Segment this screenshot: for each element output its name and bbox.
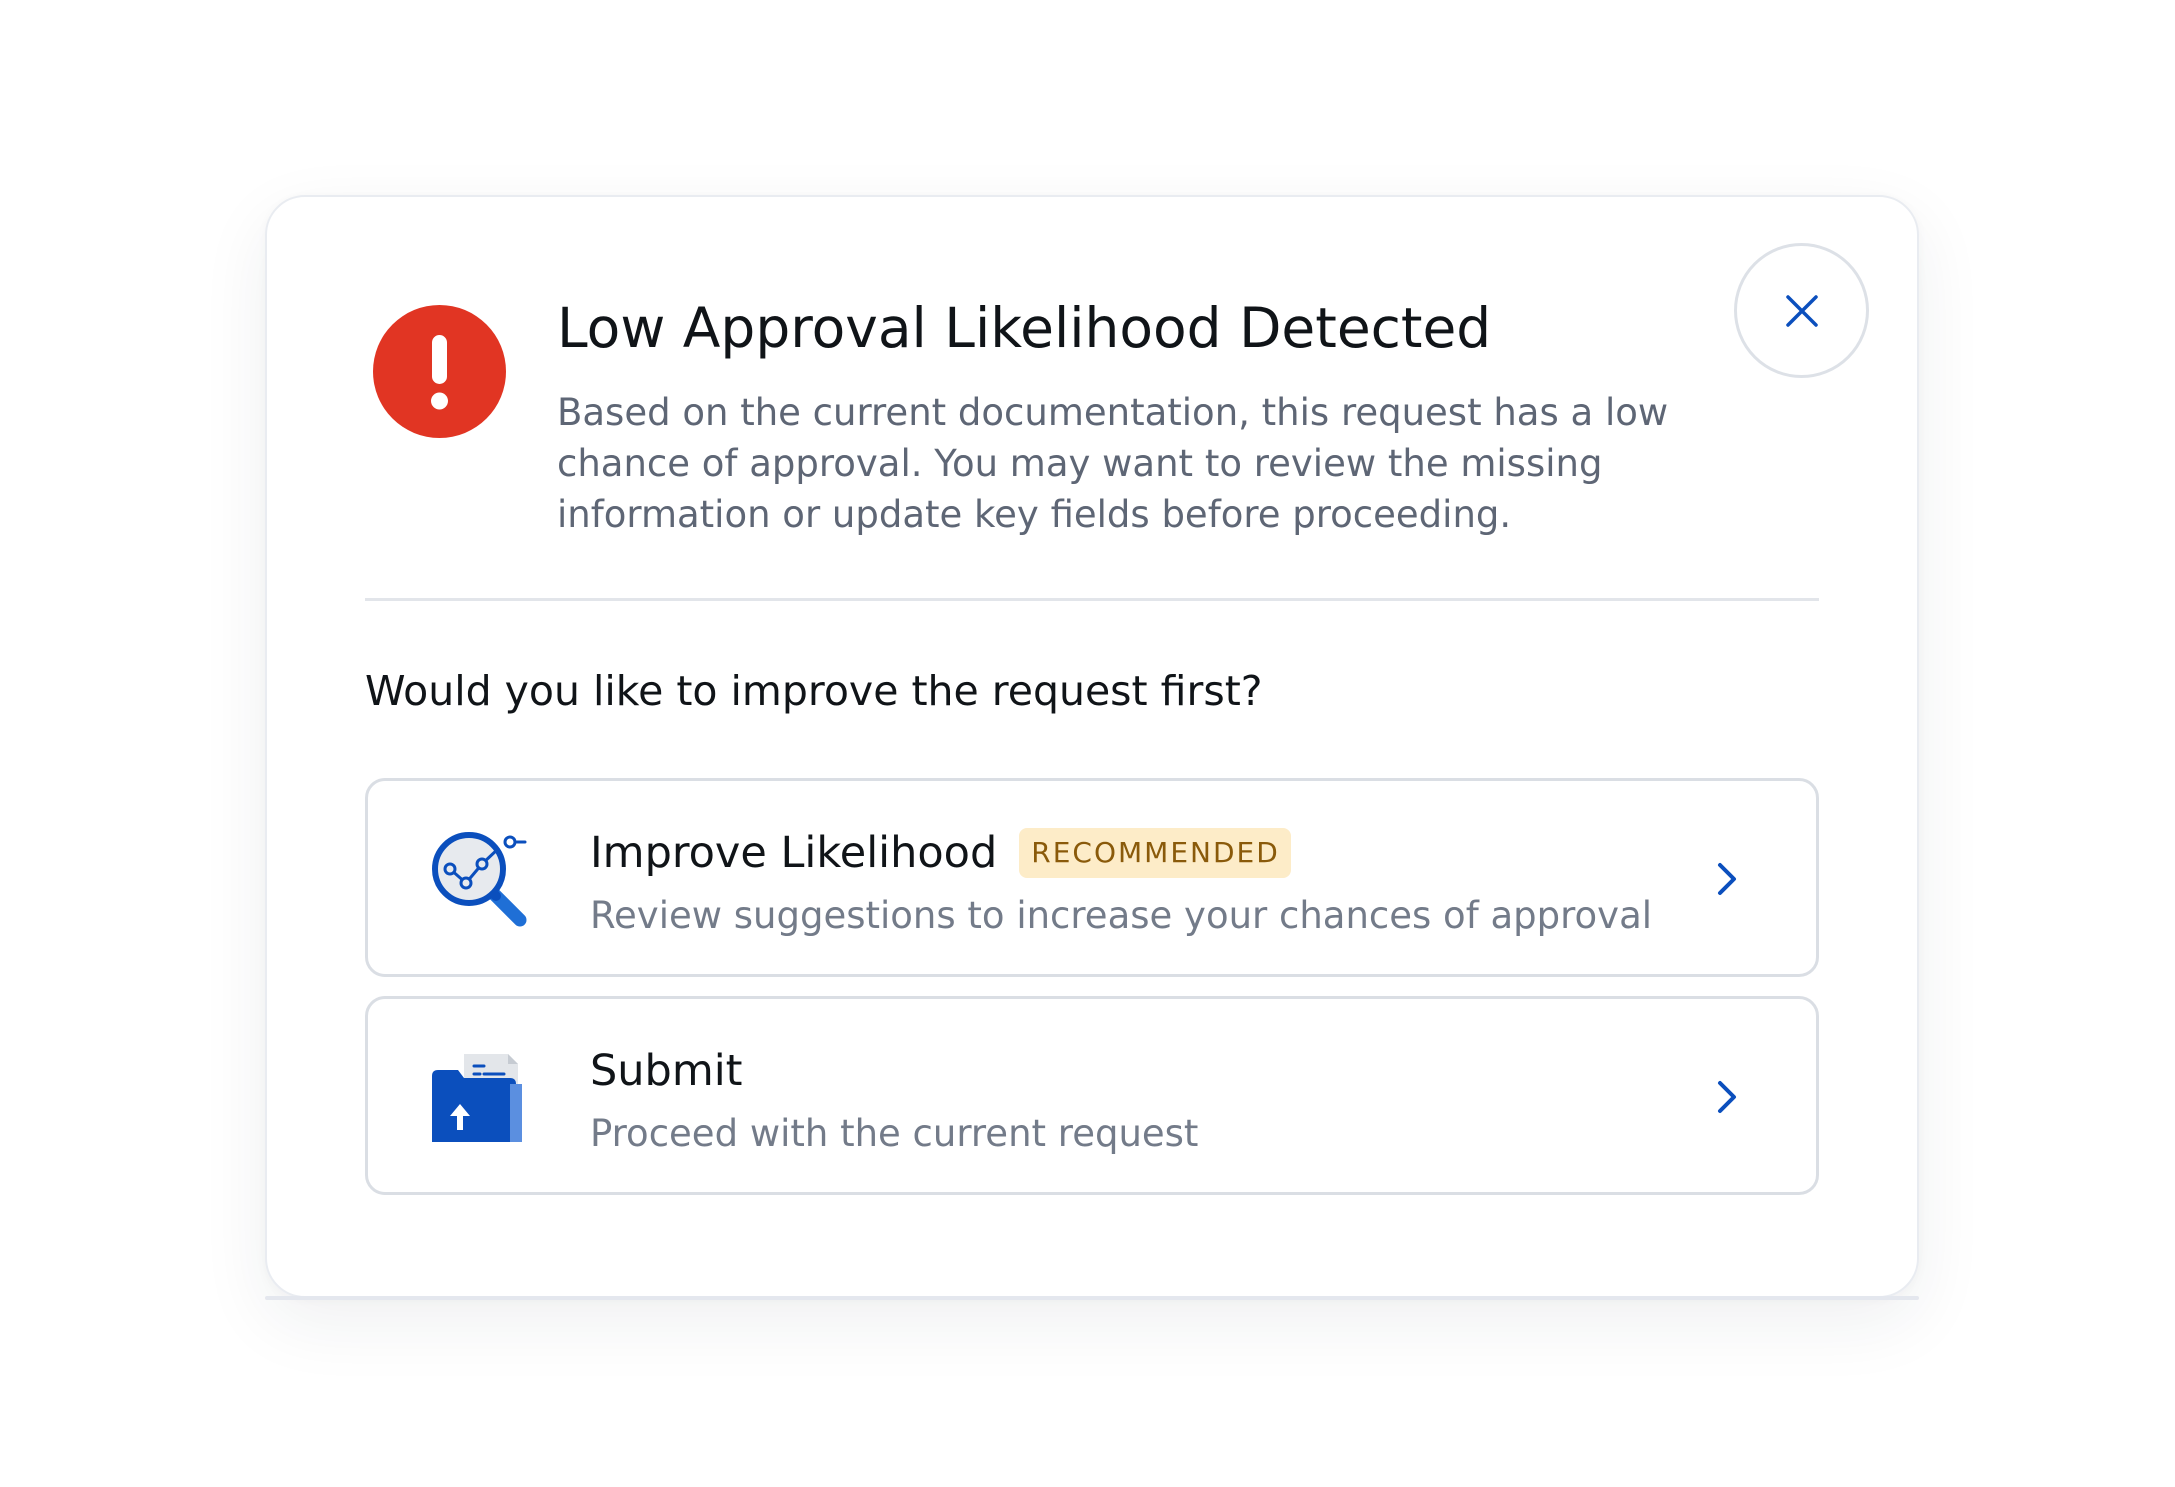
submit-title: Submit [590, 1046, 743, 1096]
close-icon [1785, 294, 1818, 327]
recommended-badge: RECOMMENDED [1019, 828, 1291, 878]
submit-description: Proceed with the current request [590, 1112, 1199, 1155]
magnifier-chart-icon [432, 832, 527, 927]
dialog-title: Low Approval Likelihood Detected [557, 296, 1492, 360]
submit-title-row: Submit [590, 1043, 743, 1099]
dialog-description: Based on the current documentation, this… [557, 391, 1669, 536]
dialog-bottom-edge [265, 1296, 1919, 1300]
folder-upload-icon [432, 1054, 522, 1142]
close-button[interactable] [1734, 243, 1869, 378]
exclamation-circle-icon [373, 305, 506, 438]
improve-question: Would you like to improve the request fi… [365, 667, 1263, 715]
chevron-right-icon [1718, 1081, 1736, 1113]
submit-option[interactable]: Submit Proceed with the current request [365, 996, 1819, 1195]
improve-likelihood-description: Review suggestions to increase your chan… [590, 894, 1653, 937]
improve-likelihood-option[interactable]: Improve Likelihood RECOMMENDED Review su… [365, 778, 1819, 977]
improve-title-row: Improve Likelihood RECOMMENDED [590, 825, 1291, 881]
section-divider [365, 598, 1819, 601]
chevron-right-icon [1718, 863, 1736, 895]
improve-likelihood-title: Improve Likelihood [590, 828, 998, 878]
